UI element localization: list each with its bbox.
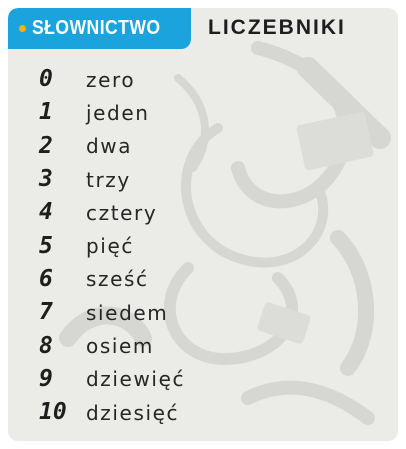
numeral: 5 [39, 232, 53, 259]
list-item: 6 sześć [8, 263, 398, 296]
numeral: 2 [39, 132, 53, 159]
number-word: dziewięć [86, 367, 186, 392]
list-item: 4 cztery [8, 196, 398, 229]
list-item: 9 dziewięć [8, 363, 398, 396]
list-item: 1 jeden [8, 96, 398, 129]
bullet-icon [19, 25, 26, 32]
number-word: siedem [86, 300, 169, 325]
number-word: pięć [86, 234, 134, 259]
number-word: dwa [86, 134, 133, 159]
list-item: 8 osiem [8, 329, 398, 362]
numeral: 6 [39, 265, 53, 292]
list-item: 5 pięć [8, 229, 398, 262]
number-word: jeden [86, 100, 150, 125]
list-item: 10 dziesięć [8, 396, 398, 429]
number-word: trzy [86, 167, 131, 192]
vocabulary-card: SŁOWNICTWO LICZEBNIKI 0 zero 1 jeden 2 d… [8, 8, 398, 441]
section-tag-label: SŁOWNICTWO [32, 17, 161, 39]
number-word: sześć [86, 267, 149, 292]
list-item: 0 zero [8, 63, 398, 96]
numeral: 10 [39, 399, 67, 426]
list-item: 3 trzy [8, 163, 398, 196]
section-tag: SŁOWNICTWO [8, 8, 191, 49]
numeral: 3 [39, 166, 53, 193]
number-word: osiem [86, 334, 154, 359]
numeral: 7 [39, 299, 53, 326]
numeral: 9 [39, 365, 53, 392]
numeral: 4 [39, 199, 53, 226]
page-title: LICZEBNIKI [208, 16, 346, 39]
number-word: cztery [86, 200, 158, 225]
numeral: 1 [39, 99, 53, 126]
numeral: 0 [39, 66, 53, 93]
list-item: 2 dwa [8, 130, 398, 163]
numeral: 8 [39, 332, 53, 359]
number-word: zero [86, 67, 136, 92]
number-word: dziesięć [86, 400, 180, 425]
list-item: 7 siedem [8, 296, 398, 329]
numbers-list: 0 zero 1 jeden 2 dwa 3 trzy 4 cztery 5 p… [8, 63, 398, 429]
